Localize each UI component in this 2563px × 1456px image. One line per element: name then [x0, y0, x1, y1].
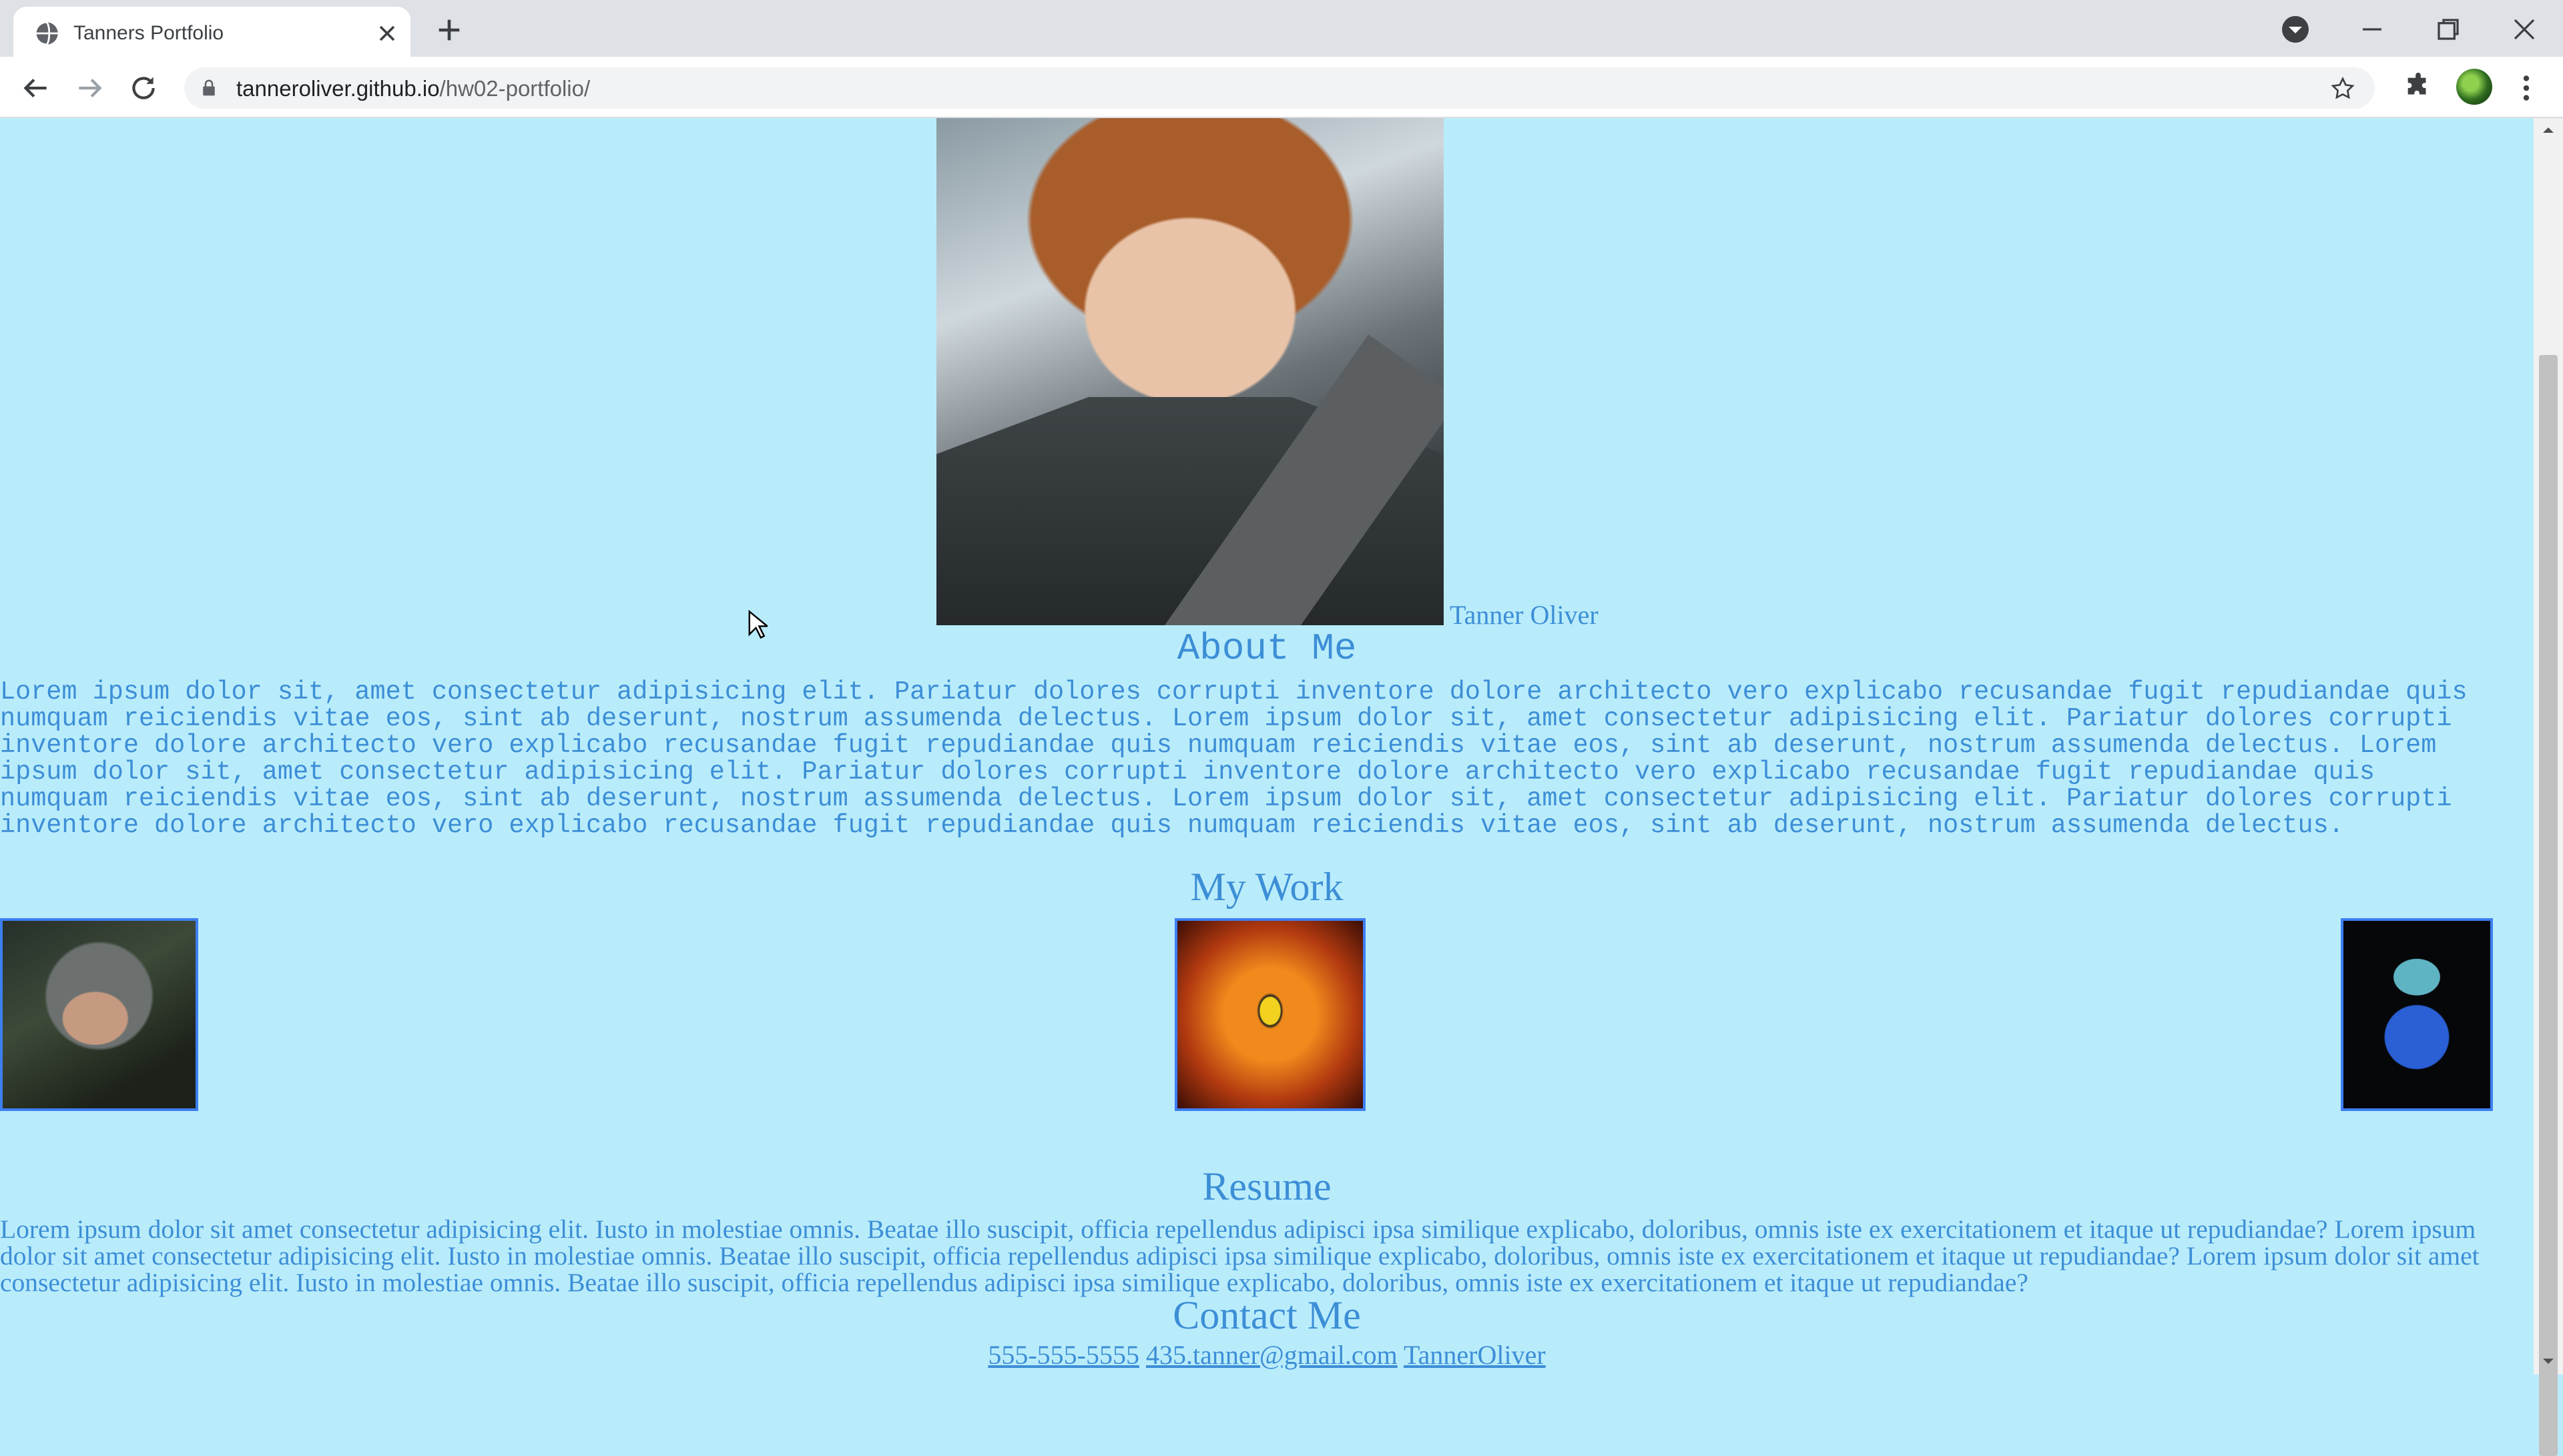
- window-close-icon[interactable]: [2506, 11, 2543, 48]
- url-host: tanneroliver.github.io: [236, 76, 440, 101]
- profile-avatar[interactable]: [2456, 69, 2492, 105]
- github-link[interactable]: TannerOliver: [1404, 1340, 1546, 1370]
- about-heading: About Me: [1177, 627, 1357, 670]
- back-arrow-icon[interactable]: [19, 71, 52, 105]
- url-text: tanneroliver.github.io/hw02-portfolio/: [236, 75, 590, 102]
- scroll-thumb[interactable]: [2539, 355, 2558, 1456]
- globe-icon: [35, 21, 58, 45]
- chevron-down-icon[interactable]: [2279, 13, 2311, 45]
- browser-toolbar: tanneroliver.github.io/hw02-portfolio/: [0, 57, 2563, 118]
- name-link[interactable]: Tanner Oliver: [1450, 601, 1599, 630]
- scroll-down-icon[interactable]: [2542, 1355, 2555, 1368]
- address-bar[interactable]: tanneroliver.github.io/hw02-portfolio/: [184, 67, 2375, 109]
- forward-arrow-icon[interactable]: [73, 71, 107, 105]
- url-path: /hw02-portfolio/: [439, 76, 591, 101]
- restore-icon[interactable]: [2430, 11, 2467, 48]
- mouse-cursor-icon: [748, 610, 768, 639]
- resume-heading: Resume: [1202, 1164, 1332, 1208]
- email-link[interactable]: 435.tanner@gmail.com: [1146, 1340, 1398, 1370]
- page-content: Tanner Oliver About Me Lorem ipsum dolor…: [0, 118, 2534, 1375]
- scroll-up-icon[interactable]: [2542, 123, 2555, 137]
- phone-link[interactable]: 555-555-5555: [988, 1340, 1139, 1370]
- about-paragraph: Lorem ipsum dolor sit, amet consectetur …: [0, 677, 2468, 840]
- work-thumbnail-forest-portrait[interactable]: [0, 918, 198, 1111]
- tab-title: Tanners Portfolio: [73, 22, 224, 44]
- resume-paragraph: Lorem ipsum dolor sit amet consectetur a…: [0, 1214, 2480, 1297]
- work-heading: My Work: [1190, 865, 1344, 909]
- star-icon[interactable]: [2329, 75, 2356, 102]
- contact-links: 555-555-5555 435.tanner@gmail.com Tanner…: [0, 1339, 2534, 1371]
- contact-heading: Contact Me: [1173, 1293, 1361, 1337]
- tab-strip: Tanners Portfolio: [0, 0, 2563, 57]
- work-thumbnail-autumn-leaf[interactable]: [1175, 918, 1366, 1111]
- work-thumbnail-masked-portrait[interactable]: [2341, 918, 2493, 1111]
- profile-photo: [936, 118, 1444, 625]
- minimize-icon[interactable]: [2353, 11, 2391, 48]
- puzzle-icon[interactable]: [2403, 71, 2434, 102]
- browser-tab[interactable]: Tanners Portfolio: [13, 7, 410, 57]
- plus-icon[interactable]: [434, 15, 465, 45]
- page-scrollbar[interactable]: [2534, 118, 2563, 1456]
- close-icon[interactable]: [374, 20, 400, 47]
- more-vertical-icon[interactable]: [2516, 71, 2536, 105]
- reload-icon[interactable]: [127, 71, 160, 105]
- lock-icon[interactable]: [199, 78, 219, 98]
